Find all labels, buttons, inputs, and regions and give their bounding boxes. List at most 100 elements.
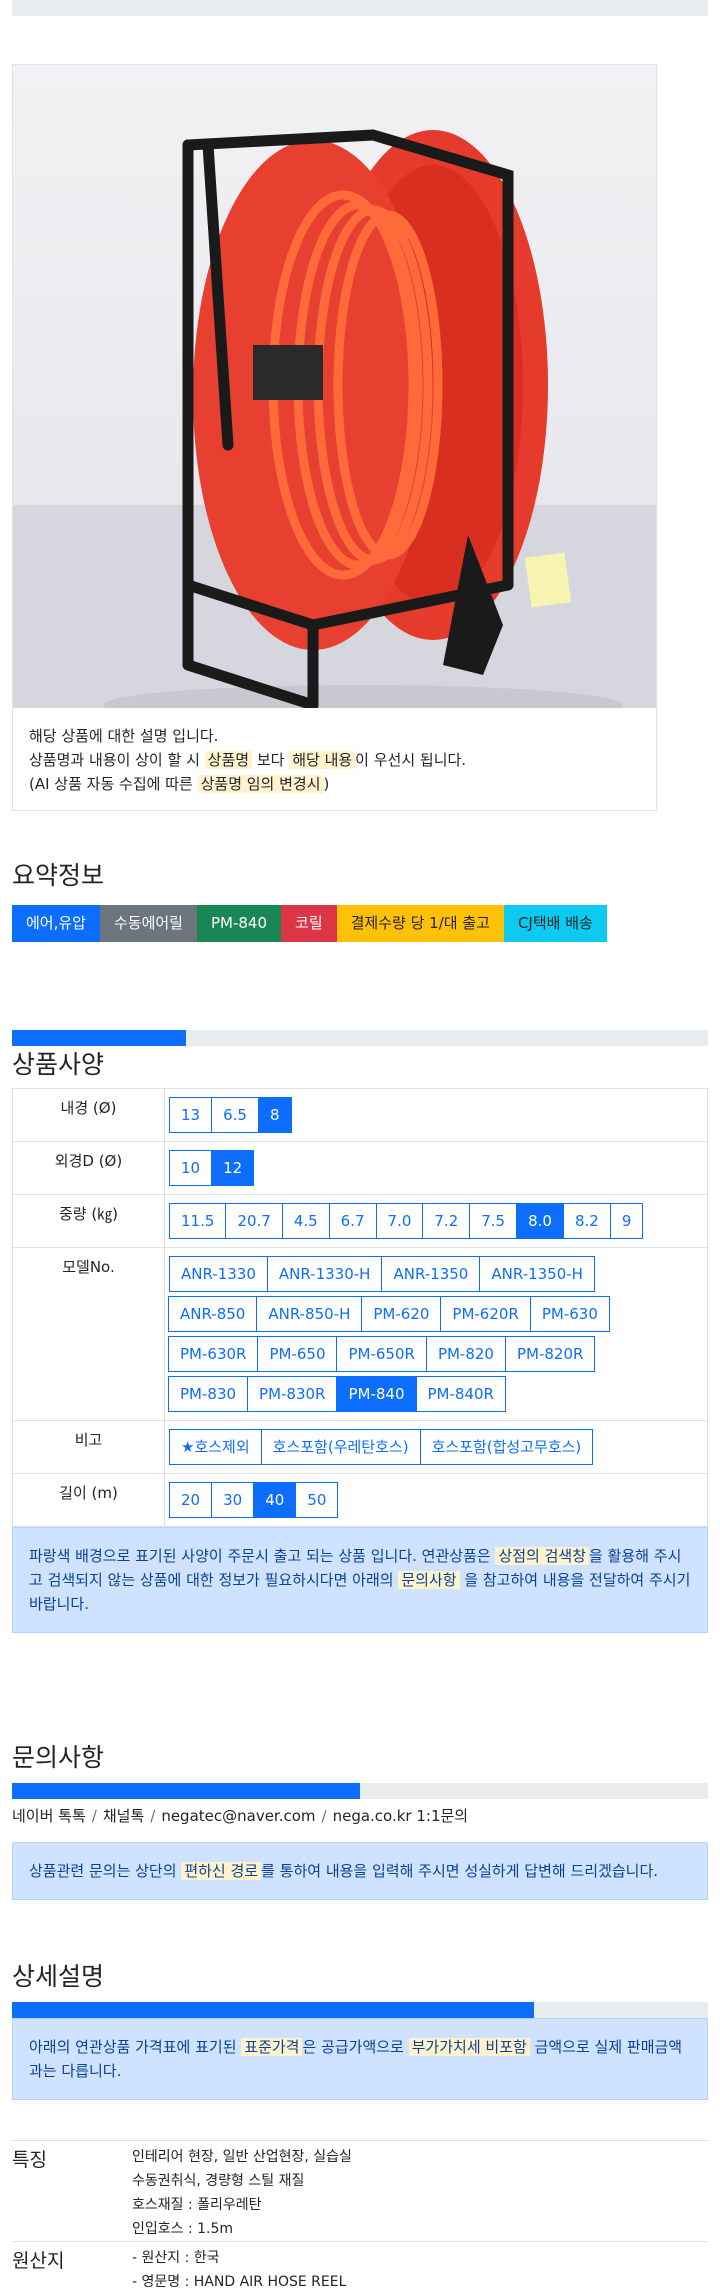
spec-row: 중량 (㎏) 11.5 20.7 4.5 6.7 7.0 7.2 7.5 8.0 8.2 9 <box>12 1194 708 1248</box>
spec-option-button[interactable]: PM-650R <box>336 1336 427 1372</box>
spec-option-button[interactable]: ANR-850-H <box>256 1296 363 1332</box>
spec-option-button[interactable]: 8.2 <box>562 1203 611 1239</box>
summary-badge: 에어,유압 <box>12 905 100 942</box>
breadcrumb-separator: / <box>321 1807 327 1825</box>
spec-option-button[interactable]: ★호스제외 <box>169 1429 262 1465</box>
inquiry-notice: 상품관련 문의는 상단의 편하신 경로 를 통하여 내용을 입력해 주시면 성실하… <box>12 1842 708 1900</box>
option-group: 20 30 40 50 <box>169 1480 703 1520</box>
spec-option-button[interactable]: PM-630 <box>529 1296 610 1332</box>
spec-option-button[interactable]: ANR-1330-H <box>266 1256 383 1292</box>
spec-option-button[interactable]: PM-840R <box>415 1376 506 1412</box>
contact-link[interactable]: negatec@naver.com <box>161 1807 315 1825</box>
spec-option-button[interactable]: PM-630R <box>168 1336 259 1372</box>
contact-link[interactable]: nega.co.kr 1:1문의 <box>333 1807 469 1825</box>
top-progress-bar <box>12 0 708 16</box>
spec-notice: 파랑색 배경으로 표기된 사양이 주문시 출고 되는 상품 입니다. 연관상품은… <box>12 1527 708 1633</box>
notice-text: 를 통하여 내용을 입력해 주시면 성실하게 답변해 드리겠습니다. <box>261 1862 659 1880</box>
summary-badge: CJ택배 배송 <box>503 905 607 942</box>
spec-option-button[interactable]: PM-830R <box>247 1376 338 1412</box>
spec-options: ★호스제외 호스포함(우레탄호스) 호스포함(합성고무호스) <box>164 1420 708 1474</box>
spec-option-button[interactable]: PM-820 <box>425 1336 506 1372</box>
description-line-2: 상품명과 내용이 상이 할 시 상품명 보다 해당 내용 이 우선시 됩니다. <box>29 748 640 772</box>
spec-option-button[interactable]: 40 <box>253 1482 297 1518</box>
summary-badge: PM-840 <box>196 905 282 942</box>
spec-option-button[interactable]: 4.5 <box>281 1203 330 1239</box>
spec-option-button[interactable]: 20.7 <box>225 1203 283 1239</box>
spec-option-button[interactable]: 6.5 <box>211 1097 259 1133</box>
spec-option-button[interactable]: PM-840 <box>336 1376 417 1412</box>
spec-option-button[interactable]: 8 <box>257 1097 292 1133</box>
spec-option-button[interactable]: 50 <box>295 1482 339 1518</box>
spec-option-button[interactable]: PM-830 <box>168 1376 249 1412</box>
option-group: ANR-1330 ANR-1330-H ANR-1350 ANR-1350-H ANR-… <box>168 1254 639 1414</box>
product-image <box>13 65 656 708</box>
detail-notice: 아래의 연관상품 가격표에 표기된 표준가격 은 공급가액으로 부가가치세 비포함… <box>12 2018 708 2100</box>
spec-option-button[interactable]: 20 <box>169 1482 213 1518</box>
contact-link[interactable]: 네이버 톡톡 <box>12 1807 86 1825</box>
spec-label: 길이 (m) <box>12 1473 165 1527</box>
spec-option-button[interactable]: 8.0 <box>516 1203 564 1239</box>
inquiry-progress-fill <box>12 1783 360 1799</box>
feature-row: 특징 인테리어 현장, 일반 산업현장, 실습실 수동권취식, 경량형 스틸 재질 호… <box>12 2140 708 2241</box>
feature-line: - 영문명 : HAND AIR HOSE REEL <box>132 2274 347 2290</box>
spec-row: 비고 ★호스제외 호스포함(우레탄호스) 호스포함(합성고무호스) <box>12 1420 708 1474</box>
spec-option-button[interactable]: 호스포함(합성고무호스) <box>419 1429 594 1465</box>
spec-option-button[interactable]: 6.7 <box>328 1203 377 1239</box>
notice-text: 상품관련 문의는 상단의 <box>29 1862 182 1880</box>
spec-option-button[interactable]: ANR-1330 <box>169 1256 268 1292</box>
spec-label: 모델No. <box>12 1247 165 1421</box>
spec-label: 중량 (㎏) <box>12 1194 165 1248</box>
spec-option-button[interactable]: ANR-1350 <box>381 1256 481 1292</box>
spec-option-button[interactable]: 호스포함(우레탄호스) <box>260 1429 421 1465</box>
summary-badge: 결제수량 당 1/대 출고 <box>336 905 504 942</box>
hose-reel-illustration <box>13 129 656 708</box>
spec-row: 길이 (m) 20 30 40 50 <box>12 1473 708 1527</box>
spec-option-button[interactable]: 9 <box>609 1203 644 1239</box>
spec-option-button[interactable]: 12 <box>211 1150 255 1186</box>
spec-options: ANR-1330 ANR-1330-H ANR-1350 ANR-1350-H ANR-… <box>164 1247 708 1421</box>
spec-option-button[interactable]: 7.5 <box>469 1203 518 1239</box>
highlight-rename: 상품명 임의 변경시 <box>197 775 324 793</box>
spec-options: 11.5 20.7 4.5 6.7 7.0 7.2 7.5 8.0 8.2 9 <box>164 1194 708 1248</box>
desc-text: 보다 <box>252 751 290 769</box>
spec-option-button[interactable]: ANR-850 <box>168 1296 258 1332</box>
spec-progress-bar <box>12 1030 708 1046</box>
spec-option-button[interactable]: ANR-1350-H <box>479 1256 595 1292</box>
spec-options: 10 12 <box>164 1141 708 1195</box>
desc-text: 이 우선시 됩니다. <box>355 751 467 769</box>
contact-link[interactable]: 채널톡 <box>103 1807 144 1825</box>
spec-option-button[interactable]: 10 <box>169 1150 213 1186</box>
breadcrumb-separator: / <box>150 1807 156 1825</box>
product-card: 해당 상품에 대한 설명 입니다. 상품명과 내용이 상이 할 시 상품명 보다… <box>12 64 657 811</box>
summary-badges: 에어,유압 수동에어릴 PM-840 코릴 결제수량 당 1/대 출고 CJ택배 배송 <box>12 905 708 942</box>
spec-option-button[interactable]: PM-620R <box>440 1296 531 1332</box>
breadcrumb-separator: / <box>91 1807 97 1825</box>
inquiry-progress-bar <box>12 1783 708 1799</box>
spec-options: 20 30 40 50 <box>164 1473 708 1527</box>
highlight-standard-price: 표준가격 <box>241 2038 303 2056</box>
feature-list: 특징 인테리어 현장, 일반 산업현장, 실습실 수동권취식, 경량형 스틸 재질 호… <box>0 2140 720 2294</box>
feature-label: 원산지 <box>12 2250 65 2272</box>
option-group: 10 12 <box>169 1148 703 1188</box>
spec-option-button[interactable]: PM-820R <box>504 1336 596 1372</box>
feature-line: 인입호스 : 1.5m <box>132 2221 234 2237</box>
product-description: 해당 상품에 대한 설명 입니다. 상품명과 내용이 상이 할 시 상품명 보다… <box>13 708 656 810</box>
notice-text: 아래의 연관상품 가격표에 표기된 <box>29 2038 242 2056</box>
feature-line: - 원산지 : 한국 <box>132 2250 220 2266</box>
spec-option-button[interactable]: PM-650 <box>257 1336 338 1372</box>
spec-option-button[interactable]: 30 <box>211 1482 255 1518</box>
spec-option-button[interactable]: 7.2 <box>422 1203 471 1239</box>
contact-breadcrumb: 네이버 톡톡 / 채널톡 / negatec@naver.com / nega.co.kr … <box>12 1805 708 1826</box>
spec-label: 비고 <box>12 1420 165 1474</box>
option-group: ★호스제외 호스포함(우레탄호스) 호스포함(합성고무호스) <box>169 1427 703 1467</box>
feature-line: 호스재질 : 폴리우레탄 <box>132 2197 262 2213</box>
spec-option-button[interactable]: PM-620 <box>361 1296 442 1332</box>
spec-option-button[interactable]: 13 <box>169 1097 213 1133</box>
spec-option-button[interactable]: 7.0 <box>375 1203 424 1239</box>
option-group: 11.5 20.7 4.5 6.7 7.0 7.2 7.5 8.0 8.2 9 <box>169 1201 703 1241</box>
inquiry-title: 문의사항 <box>12 1743 105 1772</box>
spec-label: 내경 (Ø) <box>12 1088 165 1142</box>
summary-title: 요약정보 <box>12 861 105 890</box>
spec-option-button[interactable]: 11.5 <box>169 1203 227 1239</box>
feature-line: 인테리어 현장, 일반 산업현장, 실습실 <box>132 2149 352 2165</box>
